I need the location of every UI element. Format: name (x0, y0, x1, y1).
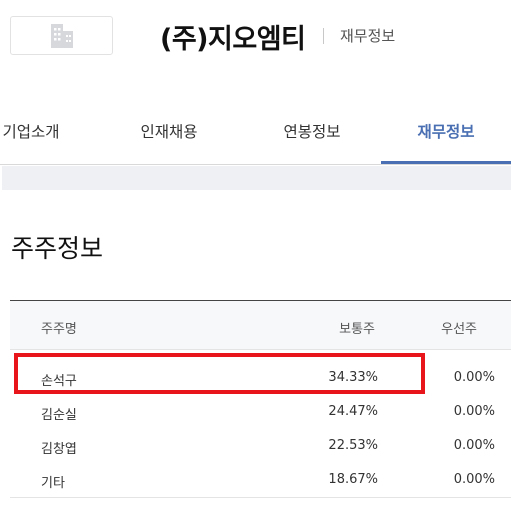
preferred-stock-ratio: 0.00% (453, 438, 495, 453)
table-row: 김순실 24.47% 0.00% (10, 394, 511, 428)
shareholder-name: 김창엽 (41, 442, 77, 457)
common-stock-ratio: 18.67% (328, 472, 378, 487)
table-row: 기타 18.67% 0.00% (10, 462, 511, 496)
column-header-name: 주주명 (41, 322, 77, 337)
preferred-stock-ratio: 0.00% (453, 404, 495, 419)
header-divider (323, 28, 324, 44)
shareholder-name: 김순실 (41, 408, 77, 423)
tab-financial-info[interactable]: 재무정보 (381, 109, 511, 164)
column-header-common-stock: 보통주 (339, 322, 375, 337)
preferred-stock-ratio: 0.00% (453, 472, 495, 487)
company-name: (주)지오엠티 (160, 24, 306, 55)
building-icon (50, 23, 73, 48)
company-logo (10, 16, 113, 55)
table-bottom-border (10, 497, 511, 498)
table-body: 손석구 34.33% 0.00% 김순실 24.47% 0.00% 김창엽 22… (10, 350, 511, 496)
common-stock-ratio: 22.53% (328, 438, 378, 453)
section-band (2, 166, 511, 190)
shareholder-name: 손석구 (41, 374, 77, 389)
column-header-preferred-stock: 우선주 (441, 322, 477, 337)
common-stock-ratio: 24.47% (328, 404, 378, 419)
preferred-stock-ratio: 0.00% (453, 370, 495, 385)
tab-company-intro[interactable]: 기업소개 (0, 109, 72, 164)
header-section-label: 재무정보 (340, 27, 396, 45)
page: (주)지오엠티 재무정보 기업소개 인재채용 연봉정보 재무정보 주주정보 주주… (0, 0, 511, 511)
tab-recruitment[interactable]: 인재채용 (122, 109, 216, 164)
common-stock-ratio: 34.33% (328, 370, 378, 385)
table-row: 김창엽 22.53% 0.00% (10, 428, 511, 462)
tab-bar: 기업소개 인재채용 연봉정보 재무정보 (0, 109, 511, 165)
shareholder-table: 주주명 보통주 우선주 손석구 34.33% 0.00% 김순실 24.47% … (10, 300, 511, 496)
shareholder-name: 기타 (41, 476, 65, 491)
tab-salary-info[interactable]: 연봉정보 (265, 109, 359, 164)
table-row: 손석구 34.33% 0.00% (10, 360, 511, 394)
page-title: 주주정보 (11, 234, 104, 263)
table-header: 주주명 보통주 우선주 (10, 300, 511, 350)
